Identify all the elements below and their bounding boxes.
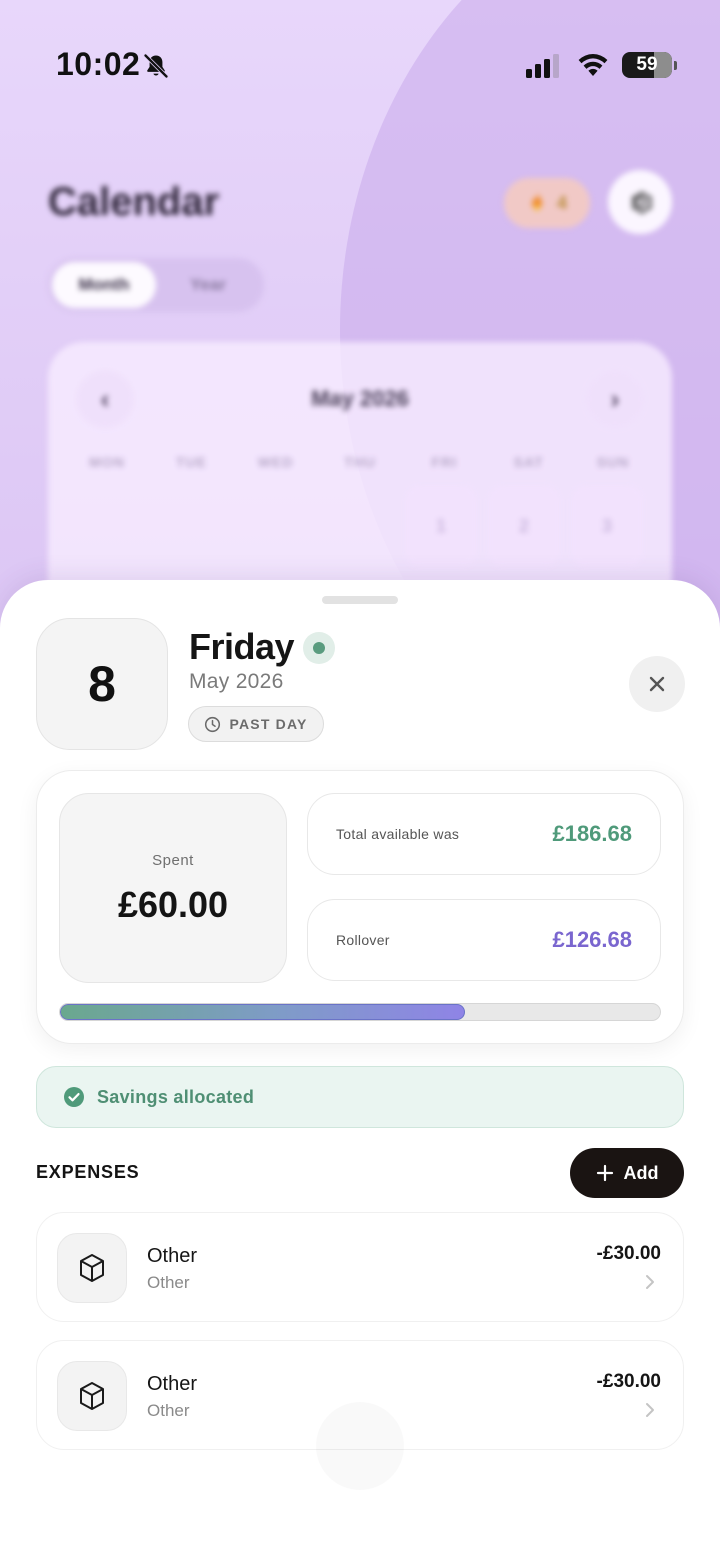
calendar-days-row: 1 2 3 bbox=[72, 486, 648, 566]
clock-icon bbox=[205, 716, 221, 732]
streak-badge[interactable]: 4 bbox=[504, 178, 590, 228]
past-day-badge: PAST DAY bbox=[188, 706, 324, 742]
sheet-grabber[interactable] bbox=[322, 596, 398, 604]
weekday-label: THU bbox=[344, 454, 376, 470]
status-dot-inner bbox=[313, 642, 325, 654]
weekday-label: MON bbox=[89, 454, 125, 470]
savings-allocated-text: Savings allocated bbox=[97, 1086, 255, 1107]
plus-icon bbox=[596, 1164, 613, 1182]
weekday-label: SUN bbox=[596, 454, 630, 470]
weekday-header: MON TUE WED THU FRI SAT SUN bbox=[72, 454, 648, 470]
chevron-right-icon bbox=[646, 1275, 654, 1289]
settings-button[interactable] bbox=[608, 170, 672, 234]
month-year-label: May 2026 bbox=[189, 670, 284, 693]
calendar-day[interactable]: 1 bbox=[406, 486, 476, 566]
expense-item[interactable]: Other Other -£30.00 bbox=[36, 1212, 684, 1322]
day-name: Friday bbox=[189, 626, 295, 667]
budget-progress-bar bbox=[59, 1003, 661, 1021]
chevron-right-icon bbox=[646, 1403, 654, 1417]
close-icon bbox=[649, 676, 665, 692]
add-expense-button[interactable]: Add bbox=[570, 1148, 684, 1198]
page-title: Calendar bbox=[48, 180, 220, 224]
view-segmented-control: Month Year bbox=[48, 258, 264, 312]
weekday-label: TUE bbox=[175, 454, 207, 470]
package-box-icon bbox=[80, 1254, 104, 1282]
budget-summary-card: Spent £60.00 Total available was £186.68… bbox=[36, 770, 684, 1044]
spent-label: Spent bbox=[152, 852, 194, 869]
flame-icon bbox=[531, 192, 542, 211]
segment-year[interactable]: Year bbox=[156, 262, 260, 308]
total-available-value: £186.68 bbox=[552, 821, 632, 846]
spent-box: Spent £60.00 bbox=[59, 793, 287, 983]
rollover-label: Rollover bbox=[336, 932, 390, 948]
weekday-label: WED bbox=[257, 454, 294, 470]
rollover-row: Rollover £126.68 bbox=[307, 899, 661, 981]
calendar-month-label: May 2026 bbox=[311, 386, 409, 411]
streak-count: 4 bbox=[556, 192, 567, 213]
expense-icon-tile bbox=[57, 1361, 127, 1431]
weekday-label: SAT bbox=[513, 454, 544, 470]
package-box-icon bbox=[80, 1382, 104, 1410]
gear-icon bbox=[631, 192, 653, 214]
calendar-day[interactable]: 3 bbox=[572, 486, 642, 566]
close-button[interactable] bbox=[629, 656, 685, 712]
date-number-tile: 8 bbox=[36, 618, 168, 750]
total-available-row: Total available was £186.68 bbox=[307, 793, 661, 875]
next-month-button[interactable]: › bbox=[586, 370, 644, 428]
check-circle-icon bbox=[64, 1087, 84, 1107]
expenses-heading: EXPENSES bbox=[36, 1162, 140, 1182]
total-available-label: Total available was bbox=[336, 826, 460, 842]
calendar-day[interactable]: 2 bbox=[489, 486, 559, 566]
rollover-value: £126.68 bbox=[552, 927, 632, 952]
expense-category: Other bbox=[147, 1273, 190, 1292]
weekday-label: FRI bbox=[431, 454, 458, 470]
spent-value: £60.00 bbox=[117, 884, 229, 925]
expense-amount: -£30.00 bbox=[596, 1371, 661, 1392]
background-tab-button-ghost bbox=[316, 1402, 404, 1490]
status-dot bbox=[303, 632, 335, 664]
expense-category: Other bbox=[147, 1401, 190, 1420]
past-day-label: PAST DAY bbox=[229, 716, 308, 732]
segment-month[interactable]: Month bbox=[52, 262, 156, 308]
add-expense-label: Add bbox=[623, 1162, 659, 1183]
savings-allocated-banner: Savings allocated bbox=[36, 1066, 684, 1128]
expense-name: Other bbox=[147, 1373, 198, 1395]
expense-amount: -£30.00 bbox=[596, 1243, 661, 1264]
budget-progress-fill bbox=[60, 1004, 465, 1020]
expense-icon-tile bbox=[57, 1233, 127, 1303]
expense-name: Other bbox=[147, 1245, 198, 1267]
